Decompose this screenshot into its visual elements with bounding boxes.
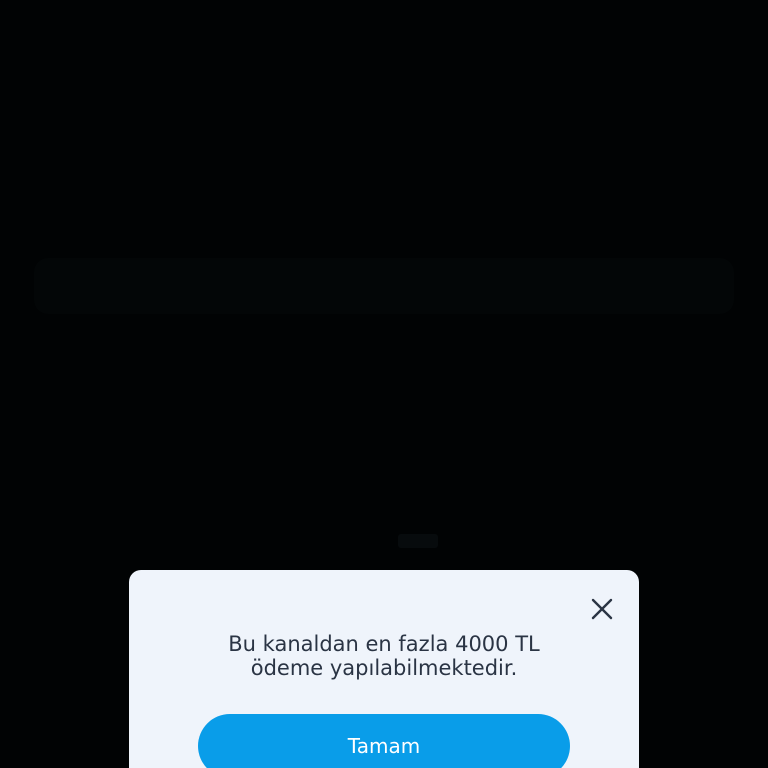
alert-dialog: Bu kanaldan en fazla 4000 TL ödeme yapıl… [129, 570, 639, 768]
obscured-background-bar [34, 258, 734, 548]
close-button[interactable] [587, 594, 617, 624]
dialog-message-line-1: Bu kanaldan en fazla 4000 TL [228, 632, 540, 656]
confirm-button[interactable]: Tamam [198, 714, 570, 768]
dialog-message-line-2: ödeme yapılabilmektedir. [250, 656, 518, 680]
obscured-background-text [398, 534, 438, 548]
dialog-message: Bu kanaldan en fazla 4000 TL ödeme yapıl… [169, 632, 599, 680]
close-icon [591, 598, 613, 620]
